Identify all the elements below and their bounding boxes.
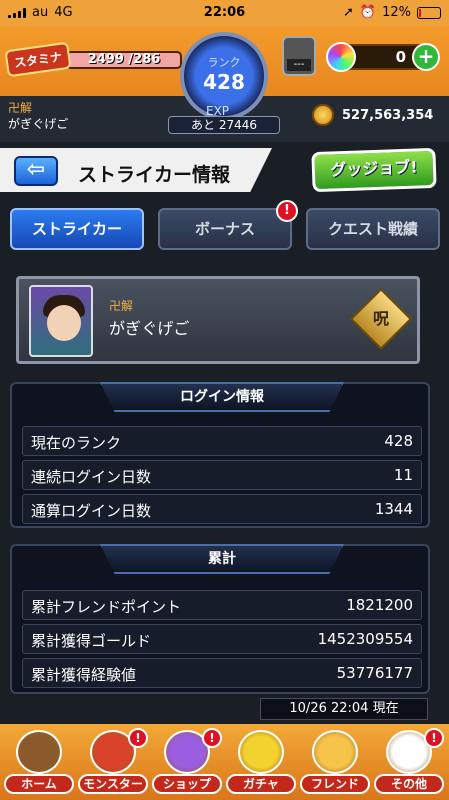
profile-card: 卍解 がぎぐげご 呪 bbox=[16, 276, 420, 364]
good-job-button[interactable]: グッジョブ! bbox=[311, 147, 437, 193]
battery-icon bbox=[417, 6, 441, 19]
battery-percent: 12% bbox=[382, 5, 411, 20]
tab-striker[interactable]: ストライカー bbox=[10, 208, 144, 250]
row-label: 累計フレンドポイント bbox=[31, 598, 182, 616]
tab-striker-label: ストライカー bbox=[31, 220, 122, 238]
totals-heading: 累計 bbox=[100, 544, 344, 574]
row-value: 11 bbox=[393, 466, 413, 484]
list-item: 累計獲得ゴールド 1452309554 bbox=[22, 624, 422, 654]
nav-shop[interactable]: ショップ ! bbox=[152, 728, 222, 796]
back-button[interactable]: ⇦ bbox=[14, 156, 58, 186]
row-value: 1452309554 bbox=[317, 630, 413, 648]
player-title: 卍解 bbox=[8, 101, 33, 115]
list-item: 累計獲得経験値 53776177 bbox=[22, 658, 422, 688]
shop-alert-icon: ! bbox=[202, 728, 222, 748]
totals-panel: 累計 累計フレンドポイント 1821200 累計獲得ゴールド 145230955… bbox=[10, 544, 430, 694]
page-title: ストライカー情報 bbox=[78, 164, 231, 186]
avatar-face bbox=[47, 305, 81, 341]
row-value: 1344 bbox=[374, 500, 413, 518]
row-label: 累計獲得経験値 bbox=[31, 666, 137, 684]
back-arrow-icon: ⇦ bbox=[26, 157, 46, 182]
orb-slot-button[interactable]: --- bbox=[282, 36, 316, 76]
gold-counter: 527,563,354 bbox=[312, 104, 433, 126]
bonus-alert-icon: ! bbox=[276, 200, 298, 222]
tab-quest-record[interactable]: クエスト戦績 bbox=[306, 208, 440, 250]
nav-gacha[interactable]: ガチャ bbox=[226, 730, 296, 796]
row-value: 428 bbox=[384, 432, 413, 450]
nav-monster[interactable]: モンスター ! bbox=[78, 728, 148, 796]
player-info: 卍解 がぎぐげご bbox=[8, 100, 68, 132]
nav-friend-label: フレンド bbox=[300, 774, 370, 794]
row-value: 1821200 bbox=[346, 596, 413, 614]
nav-home[interactable]: ホーム bbox=[4, 730, 74, 796]
row-label: 通算ログイン日数 bbox=[31, 502, 152, 520]
updated-timestamp: 10/26 22:04 現在 bbox=[260, 698, 428, 720]
nav-monster-label: モンスター bbox=[78, 774, 148, 794]
orb-count: 0 bbox=[395, 48, 406, 66]
login-info-panel: ログイン情報 現在のランク 428 連続ログイン日数 11 通算ログイン日数 1… bbox=[10, 382, 430, 528]
nav-other-label: その他 bbox=[374, 774, 444, 794]
row-label: 累計獲得ゴールド bbox=[31, 632, 152, 650]
location-icon: ➚ bbox=[343, 5, 354, 20]
nav-friend[interactable]: フレンド bbox=[300, 730, 370, 796]
row-label: 連続ログイン日数 bbox=[31, 468, 152, 486]
stamina-gauge[interactable]: スタミナ 2499 /286 bbox=[4, 41, 183, 78]
tab-bonus-label: ボーナス bbox=[194, 220, 255, 238]
list-item: 連続ログイン日数 11 bbox=[22, 460, 422, 490]
stamina-label: スタミナ bbox=[4, 41, 72, 78]
monster-alert-icon: ! bbox=[128, 728, 148, 748]
profile-title: 卍解 bbox=[109, 299, 134, 313]
stamina-value: 2499 /286 bbox=[66, 50, 183, 69]
curse-badge-label: 呪 bbox=[372, 309, 389, 328]
curse-badge-icon: 呪 bbox=[349, 287, 413, 351]
orb-counter: 0 + bbox=[326, 42, 440, 72]
player-name: がぎぐげご bbox=[8, 117, 69, 131]
rank-value: 428 bbox=[203, 70, 245, 94]
rank-label: ランク bbox=[207, 56, 241, 69]
login-info-heading: ログイン情報 bbox=[100, 382, 344, 412]
list-item: 現在のランク 428 bbox=[22, 426, 422, 456]
home-icon bbox=[16, 730, 62, 774]
gold-coin-icon bbox=[312, 104, 334, 126]
friend-icon bbox=[312, 730, 358, 774]
status-bar: au 4G 22:06 ➚ ⏰ 12% bbox=[0, 0, 449, 26]
game-header: スタミナ 2499 /286 ランク 428 EXP あと 27446 --- … bbox=[0, 26, 449, 142]
tab-quest-label: クエスト戦績 bbox=[327, 220, 418, 238]
other-alert-icon: ! bbox=[424, 728, 444, 748]
nav-gacha-label: ガチャ bbox=[226, 774, 296, 794]
tab-bonus[interactable]: ボーナス ! bbox=[158, 200, 298, 250]
exp-remaining: あと 27446 bbox=[168, 116, 280, 134]
nav-home-label: ホーム bbox=[4, 774, 74, 794]
bottom-nav: ホーム モンスター ! ショップ ! ガチャ フレンド その他 ! bbox=[0, 724, 449, 800]
add-orb-button[interactable]: + bbox=[412, 43, 440, 71]
row-value: 53776177 bbox=[336, 664, 413, 682]
list-item: 累計フレンドポイント 1821200 bbox=[22, 590, 422, 620]
status-right: ➚ ⏰ 12% bbox=[343, 5, 441, 20]
orb-icon bbox=[326, 42, 356, 72]
orb-slot-text: --- bbox=[287, 59, 311, 71]
gacha-icon bbox=[238, 730, 284, 774]
list-item: 通算ログイン日数 1344 bbox=[22, 494, 422, 524]
profile-name: がぎぐげご bbox=[109, 319, 190, 338]
row-label: 現在のランク bbox=[31, 434, 122, 452]
alarm-icon: ⏰ bbox=[359, 5, 377, 20]
nav-shop-label: ショップ bbox=[152, 774, 222, 794]
avatar[interactable] bbox=[29, 285, 93, 357]
gold-value: 527,563,354 bbox=[342, 107, 434, 123]
nav-other[interactable]: その他 ! bbox=[374, 728, 444, 796]
